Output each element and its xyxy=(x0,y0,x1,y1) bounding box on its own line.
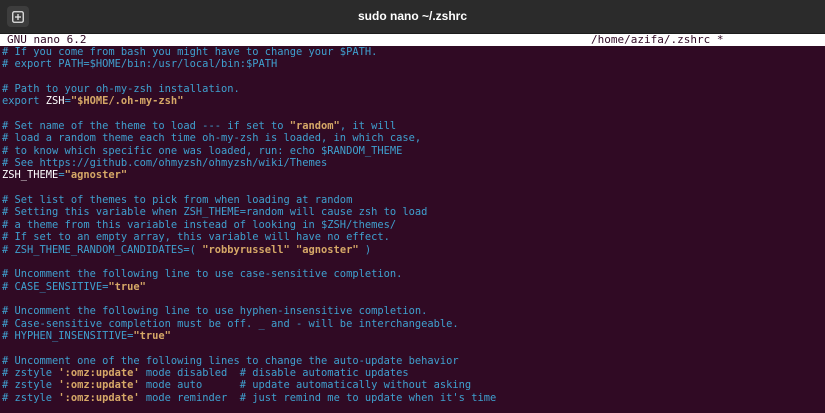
code-token: mode reminder # just remind me to update… xyxy=(139,391,497,404)
editor-line: # If set to an empty array, this variabl… xyxy=(2,231,823,243)
code-token: # See https://github.com/ohmyzsh/ohmyzsh… xyxy=(2,157,328,170)
code-token: "robbyrussell" "agnoster" xyxy=(202,243,359,256)
editor-line: # Uncomment the following line to use hy… xyxy=(2,305,823,317)
code-token: # Uncomment the following line to use hy… xyxy=(2,305,428,318)
code-token: , it will xyxy=(339,120,397,133)
code-token: # Path to your oh-my-zsh installation. xyxy=(2,83,240,96)
editor-line: # CASE_SENSITIVE="true" xyxy=(2,281,823,293)
editor-line: # Set list of themes to pick from when l… xyxy=(2,194,823,206)
code-token: mode disabled # disable automatic update… xyxy=(139,366,409,379)
nano-header-bar: GNU nano 6.2 /home/azifa/.zshrc * xyxy=(0,34,825,46)
window-titlebar: sudo nano ~/.zshrc xyxy=(0,0,825,34)
code-token: # zstyle xyxy=(2,391,59,404)
code-token: # If set to an empty array, this variabl… xyxy=(2,231,390,244)
editor-line: # If you come from bash you might have t… xyxy=(2,46,823,58)
editor-line: # to know which specific one was loaded,… xyxy=(2,145,823,157)
code-token: # export PATH=$HOME/bin:/usr/local/bin:$… xyxy=(2,58,278,71)
editor-content[interactable]: # If you come from bash you might have t… xyxy=(2,46,823,411)
code-token: ':omz:update' xyxy=(58,366,140,379)
code-token: # Uncomment the following line to use ca… xyxy=(2,268,403,281)
editor-line: # See https://github.com/ohmyzsh/ohmyzsh… xyxy=(2,157,823,169)
editor-line: # export PATH=$HOME/bin:/usr/local/bin:$… xyxy=(2,58,823,70)
code-token: # HYPHEN_INSENSITIVE= xyxy=(2,329,134,342)
editor-line: # Uncomment the following line to use ca… xyxy=(2,268,823,280)
editor-line: # load a random theme each time oh-my-zs… xyxy=(2,132,823,144)
editor-line: export ZSH="$HOME/.oh-my-zsh" xyxy=(2,95,823,107)
code-token: # zstyle xyxy=(2,366,59,379)
code-token: export xyxy=(2,95,46,108)
code-token: # Setting this variable when ZSH_THEME=r… xyxy=(2,206,428,219)
code-token: ) xyxy=(358,243,372,256)
code-token: ZSH_THEME xyxy=(2,169,59,182)
editor-line: # Path to your oh-my-zsh installation. xyxy=(2,83,823,95)
code-token: # a theme from this variable instead of … xyxy=(2,218,397,231)
code-token: ':omz:update' xyxy=(58,379,140,392)
code-token: # CASE_SENSITIVE= xyxy=(2,280,109,293)
code-token: # Case-sensitive completion must be off.… xyxy=(2,317,459,330)
editor-line: # zstyle ':omz:update' mode auto # updat… xyxy=(2,379,823,391)
code-token: # load a random theme each time oh-my-zs… xyxy=(2,132,422,145)
editor-line: # Setting this variable when ZSH_THEME=r… xyxy=(2,206,823,218)
code-token: mode auto # update automatically without… xyxy=(139,379,472,392)
code-token: # to know which specific one was loaded,… xyxy=(2,144,403,157)
code-token: "true" xyxy=(133,329,171,342)
code-token: # zstyle xyxy=(2,379,59,392)
window-title: sudo nano ~/.zshrc xyxy=(357,9,468,23)
code-token: "$HOME/.oh-my-zsh" xyxy=(70,95,184,108)
editor-line: # a theme from this variable instead of … xyxy=(2,219,823,231)
code-token: "random" xyxy=(289,120,340,133)
editor-line: # HYPHEN_INSENSITIVE="true" xyxy=(2,330,823,342)
editor-line: # zstyle ':omz:update' mode disabled # d… xyxy=(2,367,823,379)
code-token: ZSH xyxy=(45,95,65,108)
editor-line: # ZSH_THEME_RANDOM_CANDIDATES=( "robbyru… xyxy=(2,244,823,256)
editor-line: # zstyle ':omz:update' mode reminder # j… xyxy=(2,392,823,404)
code-token: # If you come from bash you might have t… xyxy=(2,46,378,58)
code-token: ':omz:update' xyxy=(58,391,140,404)
code-token: "agnoster" xyxy=(64,169,128,182)
code-token: # Set name of the theme to load --- if s… xyxy=(2,120,290,133)
code-token: # ZSH_THEME_RANDOM_CANDIDATES=( xyxy=(2,243,203,256)
editor-line: # Uncomment one of the following lines t… xyxy=(2,355,823,367)
code-token: # Set list of themes to pick from when l… xyxy=(2,194,353,207)
editor-line: ZSH_THEME="agnoster" xyxy=(2,169,823,181)
editor-line: # Set name of the theme to load --- if s… xyxy=(2,120,823,132)
nano-filename: /home/azifa/.zshrc * xyxy=(591,33,724,46)
editor-line: # Case-sensitive completion must be off.… xyxy=(2,318,823,330)
code-token: # Uncomment one of the following lines t… xyxy=(2,354,459,367)
nano-version: GNU nano 6.2 xyxy=(7,33,87,46)
code-token: "true" xyxy=(108,280,146,293)
